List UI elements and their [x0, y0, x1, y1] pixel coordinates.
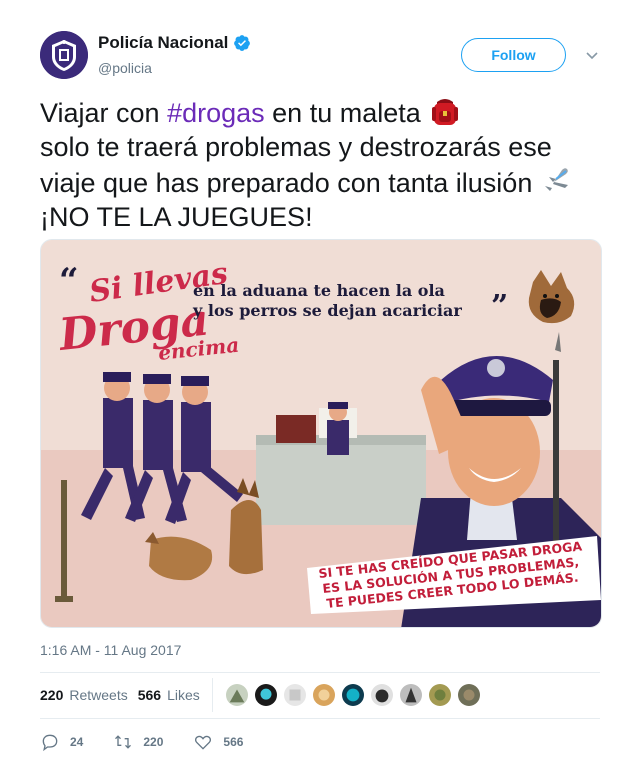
avatar[interactable]	[340, 683, 365, 707]
avatar[interactable]	[456, 683, 481, 707]
like-button[interactable]: 566	[193, 732, 243, 752]
poster-quote-line1: en la aduana te hacen la ola	[193, 281, 445, 300]
verified-badge-icon	[234, 35, 251, 51]
likes-count: 566	[137, 687, 162, 703]
backpack-emoji-icon	[432, 99, 459, 125]
avatar[interactable]	[369, 683, 394, 707]
display-name[interactable]: Policía Nacional	[98, 33, 228, 53]
poster-quote-line2: y los perros se dejan acariciar	[192, 301, 462, 320]
avatar[interactable]	[398, 683, 423, 707]
retweets-count: 220	[40, 687, 64, 703]
avatar[interactable]	[253, 683, 278, 707]
reply-icon	[42, 734, 58, 752]
avatar[interactable]	[311, 683, 336, 707]
tweet-actions: 24 220 566	[40, 728, 600, 756]
tweet-text-segment: viaje que has preparado con tanta ilusió…	[40, 168, 533, 198]
tweet-text: Viajar con #drogas en tu maleta solo te …	[40, 94, 600, 234]
retweet-count: 220	[143, 735, 164, 749]
avatar[interactable]	[40, 31, 88, 79]
svg-text:“: “	[59, 261, 79, 301]
stats-separator	[211, 678, 213, 712]
tweet-stats: 220 Retweets 566 Likes	[40, 672, 600, 718]
svg-text:”: ”	[491, 289, 508, 324]
retweet-icon	[115, 735, 132, 749]
tweet-timestamp[interactable]: 1:16 AM - 11 Aug 2017	[40, 642, 181, 658]
liker-avatars	[224, 683, 481, 707]
avatar[interactable]	[427, 683, 452, 707]
hashtag-link[interactable]: #drogas	[167, 98, 265, 128]
heart-icon	[195, 735, 212, 750]
tweet-header: Policía Nacional @policia Follow	[40, 31, 600, 81]
reply-button[interactable]: 24	[40, 732, 83, 752]
poster-illustration: “ Si llevas Droga encima en la aduana te…	[41, 240, 601, 627]
handle[interactable]: @policia	[98, 60, 251, 76]
reply-count: 24	[70, 735, 84, 749]
likes-label: Likes	[167, 687, 200, 703]
chevron-down-icon[interactable]	[584, 47, 600, 63]
retweet-button[interactable]: 220	[113, 732, 163, 752]
tweet-text-line: solo te traerá problemas y destrozarás e…	[40, 132, 552, 162]
divider	[40, 718, 600, 719]
tweet-text-segment: Viajar con	[40, 98, 168, 128]
avatar[interactable]	[282, 683, 307, 707]
follow-button[interactable]: Follow	[461, 38, 566, 72]
retweets-label: Retweets	[69, 687, 128, 703]
retweets-stat[interactable]: 220 Retweets	[40, 687, 128, 703]
tweet-media-image[interactable]: “ Si llevas Droga encima en la aduana te…	[40, 239, 602, 628]
avatar[interactable]	[224, 683, 249, 707]
likes-stat[interactable]: 566 Likes	[138, 687, 200, 703]
tweet-text-line: ¡NO TE LA JUEGUES!	[40, 202, 313, 232]
tweet-text-segment: en tu maleta	[264, 98, 421, 128]
airplane-emoji-icon	[544, 168, 568, 191]
like-count: 566	[223, 735, 244, 749]
